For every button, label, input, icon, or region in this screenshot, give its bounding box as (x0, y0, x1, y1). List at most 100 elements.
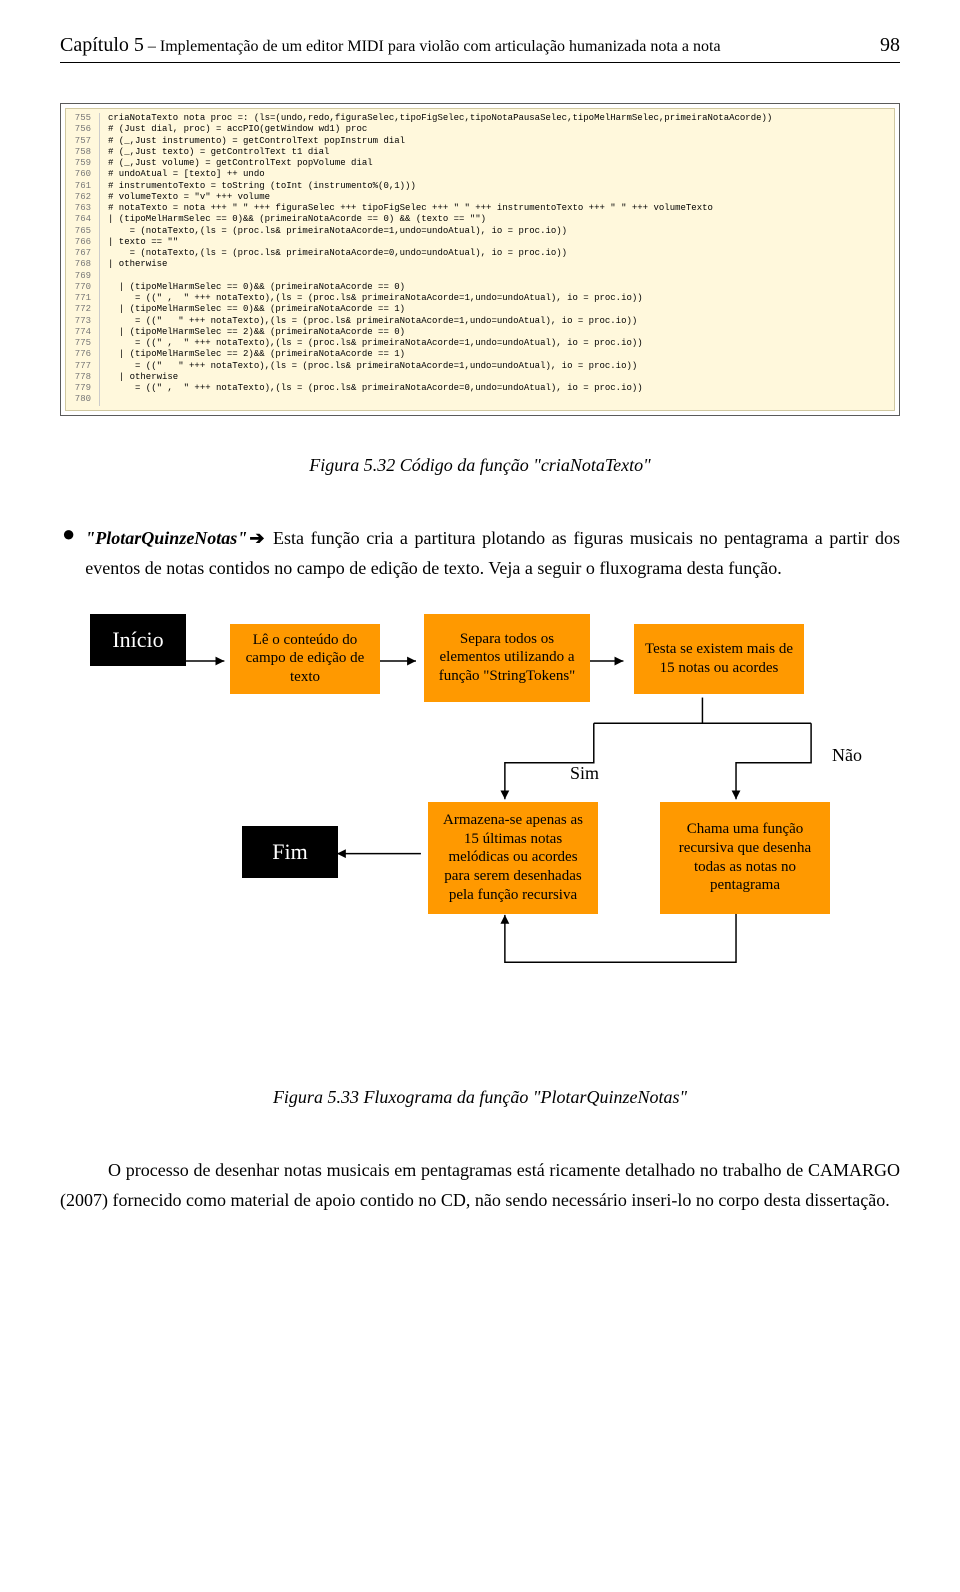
line-number: 768 (66, 259, 100, 270)
line-number: 770 (66, 282, 100, 293)
code-text: | (tipoMelHarmSelec == 2)&& (primeiraNot… (108, 327, 405, 338)
code-text: # volumeTexto = "v" +++ volume (108, 192, 270, 203)
code-text: # undoAtual = [texto] ++ undo (108, 169, 265, 180)
line-number: 771 (66, 293, 100, 304)
code-text: | otherwise (108, 259, 167, 270)
figure-5-32-caption: Figura 5.32 Código da função "criaNotaTe… (60, 452, 900, 479)
code-line: 756 # (Just dial, proc) = accPIO(getWindo… (66, 124, 888, 135)
line-number: 778 (66, 372, 100, 383)
code-line: 774 | (tipoMelHarmSelec == 2)&& (primeir… (66, 327, 888, 338)
code-text: | (tipoMelHarmSelec == 0)&& (primeiraNot… (108, 304, 405, 315)
line-number: 769 (66, 271, 100, 282)
chapter-left: Capítulo 5 – Implementação de um editor … (60, 30, 721, 60)
code-line: 766 | texto == "" (66, 237, 888, 248)
code-line: 779 = ((" , " +++ notaTexto),(ls = (proc… (66, 383, 888, 394)
line-number: 758 (66, 147, 100, 158)
bullet-icon: ● (60, 523, 85, 584)
line-number: 766 (66, 237, 100, 248)
code-line: 764 | (tipoMelHarmSelec == 0)&& (primeira… (66, 214, 888, 225)
code-text: = (notaTexto,(ls = (proc.ls& primeiraNot… (108, 226, 567, 237)
arrow-icon: ➔ (247, 528, 266, 548)
code-text: | (tipoMelHarmSelec == 2)&& (primeiraNot… (108, 349, 405, 360)
code-text: = ((" " +++ notaTexto),(ls = (proc.ls& p… (108, 361, 637, 372)
code-line: 773 = ((" " +++ notaTexto),(ls = (proc.l… (66, 316, 888, 327)
line-number: 764 (66, 214, 100, 225)
line-number: 773 (66, 316, 100, 327)
line-number: 759 (66, 158, 100, 169)
code-line: 762 # volumeTexto = "v" +++ volume (66, 192, 888, 203)
code-line: 769 (66, 271, 888, 282)
code-line: 777 = ((" " +++ notaTexto),(ls = (proc.l… (66, 361, 888, 372)
code-text: = (notaTexto,(ls = (proc.ls& primeiraNot… (108, 248, 567, 259)
line-number: 763 (66, 203, 100, 214)
function-name: "PlotarQuinzeNotas" (85, 528, 247, 548)
paragraph-body: "PlotarQuinzeNotas"➔ Esta função cria a … (85, 523, 900, 584)
code-text: | (tipoMelHarmSelec == 0)&& (primeiraNot… (108, 282, 405, 293)
line-number: 779 (66, 383, 100, 394)
code-text: # (Just dial, proc) = accPIO(getWindow w… (108, 124, 367, 135)
line-number: 755 (66, 113, 100, 124)
code-line: 771 = ((" , " +++ notaTexto),(ls = (proc… (66, 293, 888, 304)
code-text: = ((" , " +++ notaTexto),(ls = (proc.ls&… (108, 383, 643, 394)
chapter-sep: – (144, 38, 160, 55)
flowchart: Início Lê o conteúdo do campo de edição … (90, 614, 900, 1034)
line-number: 762 (66, 192, 100, 203)
closing-paragraph: O processo de desenhar notas musicais em… (60, 1155, 900, 1216)
code-line: 767 = (notaTexto,(ls = (proc.ls& primeir… (66, 248, 888, 259)
flow-store-15: Armazena-se apenas as 15 últimas notas m… (428, 802, 598, 914)
line-number: 780 (66, 394, 100, 405)
code-line: 775 = ((" , " +++ notaTexto),(ls = (proc… (66, 338, 888, 349)
chapter-number: Capítulo 5 (60, 34, 144, 56)
line-number: 772 (66, 304, 100, 315)
code-line: 772 | (tipoMelHarmSelec == 0)&& (primeir… (66, 304, 888, 315)
code-line: 761 # instrumentoTexto = toString (toInt … (66, 181, 888, 192)
figure-5-33-caption: Figura 5.33 Fluxograma da função "Plotar… (60, 1084, 900, 1111)
code-line: 758 # (_,Just texto) = getControlText t1 … (66, 147, 888, 158)
code-line: 763 # notaTexto = nota +++ " " +++ figura… (66, 203, 888, 214)
line-number: 775 (66, 338, 100, 349)
flow-label-nao: Não (832, 742, 862, 769)
code-line: 768 | otherwise (66, 259, 888, 270)
line-number: 760 (66, 169, 100, 180)
code-line: 776 | (tipoMelHarmSelec == 2)&& (primeir… (66, 349, 888, 360)
code-text: | otherwise (108, 372, 178, 383)
code-line: 765 = (notaTexto,(ls = (proc.ls& primeir… (66, 226, 888, 237)
chapter-header: Capítulo 5 – Implementação de um editor … (60, 30, 900, 63)
flow-recursive-draw: Chama uma função recursiva que desenha t… (660, 802, 830, 914)
code-line: 755 criaNotaTexto nota proc =: (ls=(undo,… (66, 113, 888, 124)
code-block: 755 criaNotaTexto nota proc =: (ls=(undo,… (65, 108, 895, 411)
line-number: 767 (66, 248, 100, 259)
code-line: 757 # (_,Just instrumento) = getControlTe… (66, 136, 888, 147)
flow-label-sim: Sim (570, 760, 599, 787)
code-text: # instrumentoTexto = toString (toInt (in… (108, 181, 416, 192)
flow-read-content: Lê o conteúdo do campo de edição de text… (230, 624, 380, 694)
code-text: # (_,Just volume) = getControlText popVo… (108, 158, 373, 169)
code-text: = ((" , " +++ notaTexto),(ls = (proc.ls&… (108, 338, 643, 349)
flow-start: Início (90, 614, 186, 666)
page-number: 98 (880, 30, 900, 60)
line-number: 776 (66, 349, 100, 360)
code-text: = ((" , " +++ notaTexto),(ls = (proc.ls&… (108, 293, 643, 304)
code-text: | (tipoMelHarmSelec == 0)&& (primeiraNot… (108, 214, 486, 225)
line-number: 777 (66, 361, 100, 372)
line-number: 761 (66, 181, 100, 192)
code-line: 770 | (tipoMelHarmSelec == 0)&& (primeir… (66, 282, 888, 293)
code-line: 759 # (_,Just volume) = getControlText po… (66, 158, 888, 169)
code-text: = ((" " +++ notaTexto),(ls = (proc.ls& p… (108, 316, 637, 327)
flow-end: Fim (242, 826, 338, 878)
code-frame: 755 criaNotaTexto nota proc =: (ls=(undo,… (60, 103, 900, 416)
code-text: # (_,Just instrumento) = getControlText … (108, 136, 405, 147)
line-number: 756 (66, 124, 100, 135)
code-text: criaNotaTexto nota proc =: (ls=(undo,red… (108, 113, 772, 124)
line-number: 757 (66, 136, 100, 147)
flow-split-tokens: Separa todos os elementos utilizando a f… (424, 614, 590, 702)
code-text: # notaTexto = nota +++ " " +++ figuraSel… (108, 203, 713, 214)
flow-test-15: Testa se existem mais de 15 notas ou aco… (634, 624, 804, 694)
code-line: 778 | otherwise (66, 372, 888, 383)
code-text: | texto == "" (108, 237, 178, 248)
code-line: 780 (66, 394, 888, 405)
plotarquinzenotas-paragraph: ● "PlotarQuinzeNotas"➔ Esta função cria … (60, 523, 900, 584)
chapter-title: Implementação de um editor MIDI para vio… (160, 38, 721, 55)
code-text: # (_,Just texto) = getControlText t1 dia… (108, 147, 329, 158)
code-line: 760 # undoAtual = [texto] ++ undo (66, 169, 888, 180)
